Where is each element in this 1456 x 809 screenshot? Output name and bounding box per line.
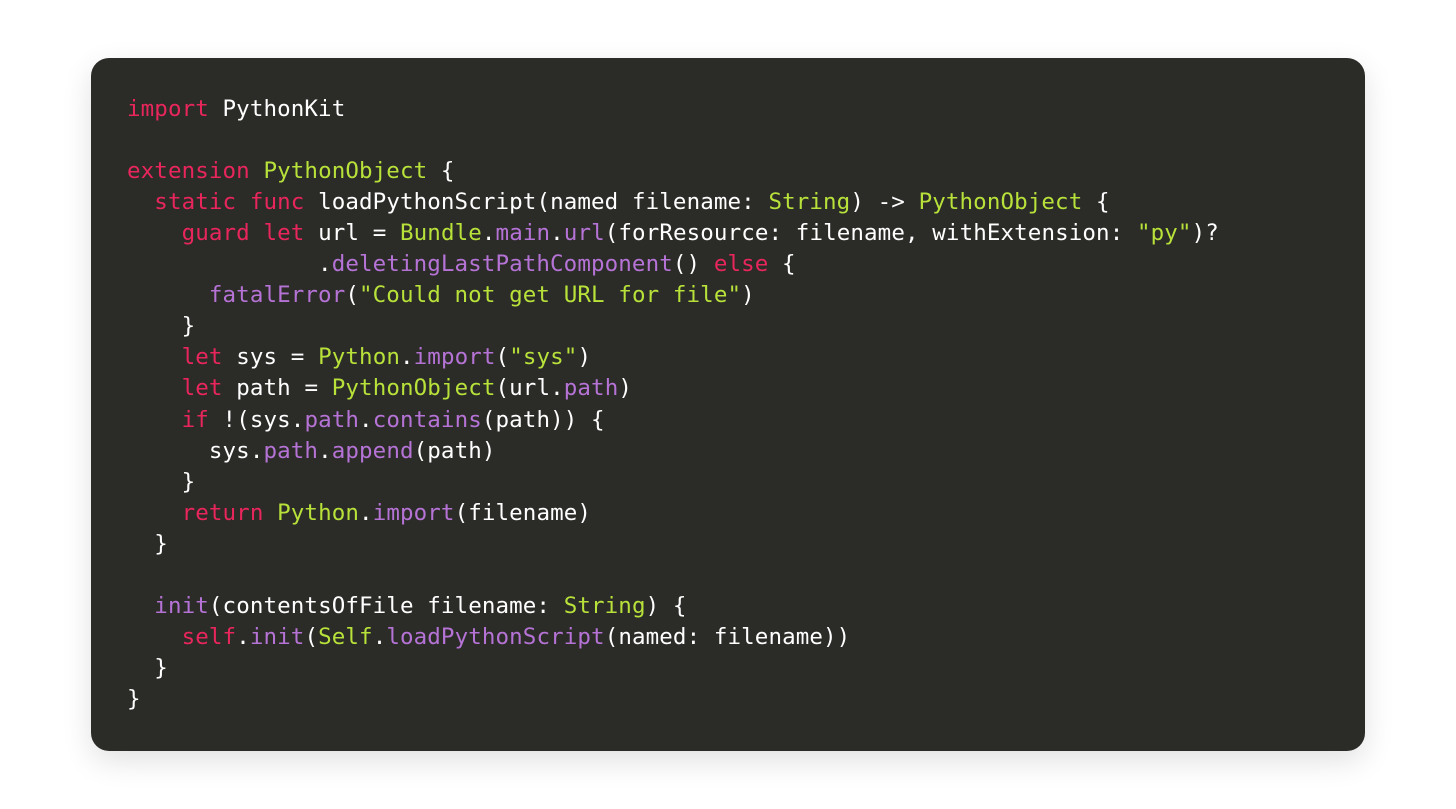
string-literal: "py" xyxy=(1137,220,1192,246)
brace: } xyxy=(182,313,196,339)
brace: } xyxy=(182,469,196,495)
keyword-return: return xyxy=(182,500,264,526)
keyword-let: let xyxy=(182,375,223,401)
argument-label: withExtension xyxy=(932,220,1109,246)
keyword-import: import xyxy=(127,96,209,122)
argument-label: named xyxy=(618,624,686,650)
method-call: url xyxy=(564,220,605,246)
property-access: path xyxy=(263,438,318,464)
type-name: Self xyxy=(318,624,373,650)
identifier: PythonKit xyxy=(209,96,345,122)
type-name: Bundle xyxy=(400,220,482,246)
brace: } xyxy=(154,655,168,681)
type-name: PythonObject xyxy=(263,158,427,184)
method-call: append xyxy=(332,438,414,464)
arrow-operator: -> xyxy=(878,189,905,215)
keyword-if: if xyxy=(182,407,209,433)
keyword-static: static xyxy=(154,189,236,215)
type-name: PythonObject xyxy=(919,189,1083,215)
keyword-else: else xyxy=(714,251,769,277)
method-call: deletingLastPathComponent xyxy=(332,251,673,277)
type-name: PythonObject xyxy=(332,375,496,401)
property-access: path xyxy=(304,407,359,433)
identifier: sys xyxy=(236,344,291,370)
property-access: path xyxy=(564,375,619,401)
identifier: path xyxy=(236,375,304,401)
type-name: String xyxy=(768,189,850,215)
type-name: String xyxy=(564,593,646,619)
method-call: loadPythonScript xyxy=(386,624,604,650)
string-literal: "Could not get URL for file" xyxy=(359,282,741,308)
parameter-name: filename xyxy=(632,189,741,215)
brace: } xyxy=(127,686,141,712)
method-call: init xyxy=(250,624,305,650)
method-call: import xyxy=(373,500,455,526)
argument-label: named xyxy=(550,189,618,215)
function-call: fatalError xyxy=(209,282,345,308)
string-literal: "sys" xyxy=(509,344,577,370)
code-block: import PythonKit extension PythonObject … xyxy=(91,58,1365,751)
identifier: url xyxy=(318,220,373,246)
keyword-let: let xyxy=(263,220,304,246)
keyword-extension: extension xyxy=(127,158,250,184)
code-content: import PythonKit extension PythonObject … xyxy=(127,94,1329,715)
parameter-name: filename xyxy=(427,593,536,619)
function-definition-name: loadPythonScript xyxy=(318,189,536,215)
method-call: import xyxy=(414,344,496,370)
argument-label: forResource xyxy=(618,220,768,246)
type-name: Python xyxy=(277,500,359,526)
argument-label: contentsOfFile xyxy=(223,593,414,619)
keyword-let: let xyxy=(182,344,223,370)
keyword-guard: guard xyxy=(182,220,250,246)
keyword-self: self xyxy=(182,624,237,650)
init-keyword: init xyxy=(154,593,209,619)
keyword-func: func xyxy=(250,189,305,215)
method-call: contains xyxy=(373,407,482,433)
brace: } xyxy=(154,531,168,557)
property-access: main xyxy=(496,220,551,246)
type-name: Python xyxy=(318,344,400,370)
